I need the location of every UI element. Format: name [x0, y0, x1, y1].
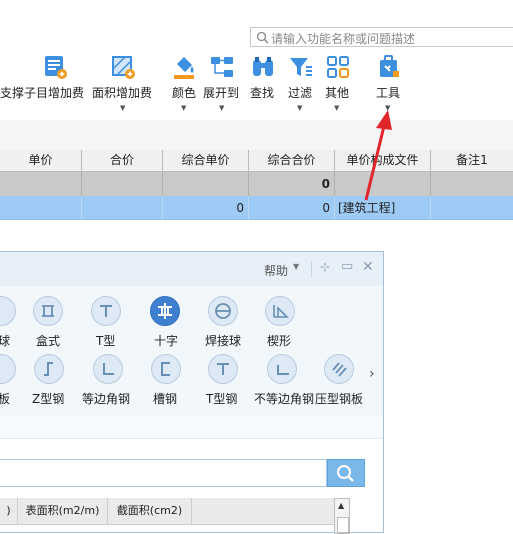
spec-table-header: ) 表面积(m2/m) 截面积(cm2) [0, 498, 334, 525]
tree-expand-icon [211, 57, 233, 77]
search-placeholder: 请输入功能名称或问题描述 [271, 32, 416, 46]
ball-icon [0, 296, 16, 326]
shape-label: T型钢 [206, 392, 238, 406]
shape-selector: 球 盒式 T型 十字 焊接球 楔形 板 Z型钢 等边角钢 槽钢 T型钢 不等边角… [0, 286, 383, 417]
channel-steel-icon [151, 354, 181, 384]
color-label: 颜色 [172, 86, 197, 100]
annotation-arrow-icon [364, 110, 392, 201]
filter-label: 过滤 [288, 86, 313, 100]
shape-label: 十字 [154, 334, 179, 348]
plate-icon [0, 354, 16, 384]
column-header[interactable]: ) [0, 498, 18, 524]
shape-label: 焊接球 [205, 334, 242, 348]
equal-angle-icon [93, 354, 123, 384]
chevron-down-icon: ▼ [297, 104, 303, 112]
column-header-total-price[interactable]: 合价 [82, 150, 163, 172]
vertical-scrollbar[interactable]: ▲ [334, 498, 350, 534]
shape-label: 等边角钢 [82, 392, 131, 406]
shape-search-button[interactable] [327, 459, 365, 487]
column-header-comprehensive-total[interactable]: 综合合价 [249, 150, 335, 172]
list-add-icon [45, 56, 67, 79]
cell [82, 172, 163, 196]
tools-label: 工具 [376, 86, 401, 100]
chevron-down-icon[interactable]: ▼ [293, 262, 299, 271]
toolbox-icon [380, 55, 399, 77]
unequal-angle-icon [267, 354, 297, 384]
dialog-title-bar: 帮助 ▼ ⊹ ▭ ✕ [0, 252, 383, 287]
dialog-band [0, 416, 383, 439]
chevron-down-icon: ▼ [181, 104, 187, 112]
shape-label: T型 [96, 334, 116, 348]
paint-bucket-icon [174, 57, 194, 79]
search-icon [256, 31, 269, 44]
scroll-up-icon[interactable]: ▲ [338, 501, 344, 510]
shape-label: 楔形 [267, 334, 292, 348]
section-steel-dialog: 帮助 ▼ ⊹ ▭ ✕ 球 盒式 T型 十字 焊接球 楔形 板 Z型钢 等边角钢 … [0, 251, 384, 534]
top-bar: 请输入功能名称或问题描述 [0, 0, 513, 50]
shape-label: 球 [0, 334, 11, 348]
binoculars-icon [253, 57, 273, 76]
cell: 0 [249, 172, 335, 196]
cell [431, 172, 513, 196]
shape-label: 槽钢 [153, 392, 178, 406]
search-icon [337, 465, 354, 482]
cell [0, 196, 82, 220]
z-steel-icon [34, 354, 64, 384]
area-fee-label: 面积增加费 [92, 86, 153, 100]
cell [82, 196, 163, 220]
column-header-comprehensive-unit-price[interactable]: 综合单价 [163, 150, 249, 172]
box-section-icon [33, 296, 63, 326]
divider [311, 261, 312, 277]
pin-icon[interactable]: ⊹ [320, 260, 330, 274]
cross-section-icon [150, 296, 180, 326]
other-label: 其他 [325, 86, 350, 100]
cell: 0 [163, 196, 249, 220]
chevron-right-icon[interactable]: › [369, 366, 375, 382]
column-header-surface-area[interactable]: 表面积(m2/m) [18, 498, 108, 524]
t-section-icon [91, 296, 121, 326]
cell [431, 196, 513, 220]
cell: 0 [249, 196, 335, 220]
column-header-remark[interactable]: 备注1 [431, 150, 513, 172]
chevron-down-icon: ▼ [219, 104, 225, 112]
filter-icon [290, 58, 312, 76]
area-icon [112, 56, 135, 79]
grid-apps-icon [327, 56, 349, 78]
chevron-down-icon: ▼ [334, 104, 340, 112]
scroll-thumb[interactable] [337, 517, 349, 533]
shape-label: Z型钢 [32, 392, 65, 406]
shape-label: 压型钢板 [315, 392, 364, 406]
profiled-sheet-icon [324, 354, 354, 384]
function-search-input[interactable]: 请输入功能名称或问题描述 [250, 27, 513, 47]
shape-label: 盒式 [36, 334, 61, 348]
expand-to-label: 展开到 [203, 86, 240, 100]
weld-ball-icon [208, 296, 238, 326]
ribbon-toolbar: 支撑 子目增加费 面积增加费 ▼ 颜色 ▼ 展开到 ▼ 查找 过滤 ▼ 其他 ▼… [0, 50, 513, 121]
column-header-section-area[interactable]: 截面积(cm2) [108, 498, 192, 524]
t-steel-icon [208, 354, 238, 384]
sub-item-fee-label: 子目增加费 [24, 86, 85, 100]
support-label: 支撑 [0, 86, 25, 100]
cell [163, 172, 249, 196]
find-label: 查找 [250, 86, 275, 100]
toolbar-strip [0, 120, 513, 151]
wedge-icon [265, 296, 295, 326]
help-menu[interactable]: 帮助 [264, 262, 288, 279]
close-icon[interactable]: ✕ [362, 259, 374, 275]
cell [0, 172, 82, 196]
shape-label: 不等边角钢 [254, 392, 315, 406]
column-header-unit-price[interactable]: 单价 [0, 150, 82, 172]
minimize-icon[interactable]: ▭ [341, 259, 353, 274]
chevron-down-icon: ▼ [120, 104, 126, 112]
shape-label: 板 [0, 392, 11, 406]
shape-search-input[interactable] [0, 459, 327, 487]
